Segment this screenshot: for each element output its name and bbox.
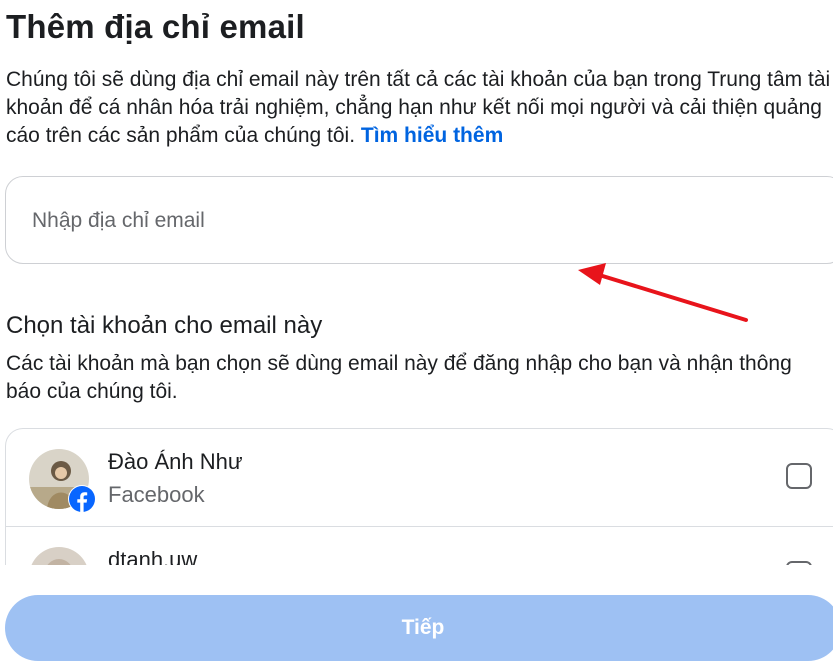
annotation-arrow <box>578 263 748 322</box>
account-name: Đào Ánh Như <box>108 449 243 474</box>
account-name: dtanh.uw <box>108 547 198 565</box>
avatar <box>29 547 89 565</box>
facebook-icon <box>68 485 96 513</box>
account-list: Đào Ánh Như Facebook dtanh.uw <box>5 428 833 565</box>
next-button[interactable]: Tiếp <box>5 595 833 661</box>
accounts-section-title: Chọn tài khoản cho email này <box>6 312 323 339</box>
accounts-section-description: Các tài khoản mà bạn chọn sẽ dùng email … <box>6 352 792 403</box>
account-platform: Facebook <box>108 482 205 507</box>
account-checkbox[interactable] <box>786 463 812 489</box>
learn-more-link[interactable]: Tìm hiểu thêm <box>361 124 503 147</box>
email-field-container[interactable] <box>5 176 833 264</box>
page-title: Thêm địa chỉ email <box>6 8 305 45</box>
page-description: Chúng tôi sẽ dùng địa chỉ email này trên… <box>6 66 833 150</box>
account-row[interactable]: dtanh.uw <box>6 527 833 565</box>
email-input[interactable] <box>30 201 814 241</box>
account-row[interactable]: Đào Ánh Như Facebook <box>6 429 833 527</box>
